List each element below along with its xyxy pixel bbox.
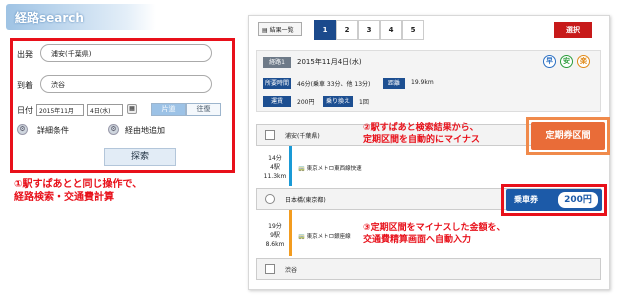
- cheap-badge: 安: [560, 55, 573, 68]
- roundtrip-toggle[interactable]: 往復: [186, 103, 221, 116]
- easy-badge: 楽: [577, 55, 590, 68]
- tab-5[interactable]: 5: [402, 20, 424, 40]
- station-checkbox[interactable]: [265, 130, 275, 140]
- tab-2[interactable]: 2: [336, 20, 358, 40]
- note-2-line2: 定期区間を自動的にマイナス: [363, 135, 480, 145]
- station-name: 日本橋(東京都): [285, 197, 326, 204]
- app-title: 経路search: [15, 11, 84, 25]
- list-icon: ▤: [262, 27, 270, 34]
- tab-1[interactable]: 1: [314, 20, 336, 40]
- note-1-line2: 経路検索・交通費計算: [14, 192, 114, 203]
- calendar-icon[interactable]: ▦: [127, 104, 137, 114]
- note-3: ③定期区間をマイナスした金額を、 交通費精算画面へ自動入力: [363, 222, 505, 246]
- train-icon: 🚃: [298, 166, 307, 172]
- fare-tag: 運賃: [263, 96, 291, 107]
- station-row-destination[interactable]: 渋谷: [256, 258, 601, 280]
- arrival-input[interactable]: 渋谷: [40, 75, 212, 93]
- transfer-tag: 乗り換え: [323, 96, 353, 107]
- station-checkbox[interactable]: [265, 264, 275, 274]
- segment-1-time: 14分: [268, 155, 282, 162]
- segment-2-stops: 9駅: [270, 232, 280, 239]
- oneway-toggle[interactable]: 片道: [151, 103, 186, 116]
- segment-2-line-name: 東京メトロ銀座線: [306, 234, 351, 240]
- note-1-line1: ①駅すぱあとと同じ操作で、: [14, 179, 143, 190]
- select-button[interactable]: 選択: [554, 22, 592, 38]
- tab-3[interactable]: 3: [358, 20, 380, 40]
- ticket-fare-amount: 200円: [558, 192, 598, 208]
- fare-value: 200円: [297, 99, 315, 106]
- segment-2-info: 19分 9駅 8.6km: [260, 222, 290, 249]
- fast-badge: 早: [543, 55, 556, 68]
- segment-1-distance: 11.3km: [263, 173, 287, 180]
- train-icon: 🚃: [298, 234, 307, 240]
- year-month-select[interactable]: 2015年11月: [36, 104, 84, 116]
- via-gear-icon[interactable]: ⚙: [108, 124, 119, 135]
- note-1: ①駅すぱあとと同じ操作で、 経路検索・交通費計算: [14, 178, 142, 204]
- route-tag: 経路1: [263, 57, 291, 68]
- station-radio[interactable]: [265, 194, 275, 204]
- time-tag: 所要時間: [263, 78, 291, 89]
- segment-1-line: 🚃 東京メトロ東西線快速: [298, 164, 362, 172]
- tab-4[interactable]: 4: [380, 20, 402, 40]
- time-value: 46分(乗車 33分、他 13分): [297, 81, 371, 88]
- app-header: 経路search: [6, 4, 156, 30]
- distance-tag: 距離: [383, 78, 405, 89]
- segment-1-info: 14分 4駅 11.3km: [260, 154, 290, 181]
- station-name: 渋谷: [285, 267, 298, 274]
- day-select[interactable]: 4日(水): [87, 104, 123, 116]
- departure-input[interactable]: 浦安(千葉県): [40, 44, 212, 62]
- departure-label: 出発: [17, 50, 33, 59]
- note-3-line2: 交通費精算画面へ自動入力: [363, 235, 472, 245]
- station-name: 浦安(千葉県): [285, 133, 320, 140]
- add-via-link[interactable]: 経由地追加: [125, 125, 165, 136]
- distance-value: 19.9km: [411, 79, 434, 86]
- note-3-line1: ③定期区間をマイナスした金額を、: [363, 223, 506, 233]
- commuter-pass-section-button[interactable]: 定期券区間: [531, 122, 605, 150]
- note-2: ②駅すぱあと検索結果から、 定期区間を自動的にマイナス: [363, 122, 480, 146]
- route-summary-card: 経路1 2015年11月4日(水) 早 安 楽 所要時間 46分(乗車 33分、…: [256, 50, 601, 112]
- results-list-button[interactable]: ▤ 結果一覧: [258, 22, 302, 36]
- note-2-line1: ②駅すぱあと検索結果から、: [363, 123, 479, 133]
- search-button[interactable]: 探索: [104, 148, 176, 166]
- detail-conditions-link[interactable]: 詳細条件: [37, 125, 69, 136]
- date-label: 日付: [17, 106, 33, 115]
- ticket-fare-label: 乗車券: [514, 195, 538, 204]
- segment-2-time: 19分: [268, 223, 282, 230]
- transfer-value: 1回: [359, 99, 369, 106]
- detail-gear-icon[interactable]: ⚙: [17, 124, 28, 135]
- segment-2-distance: 8.6km: [265, 241, 285, 248]
- segment-2-line: 🚃 東京メトロ銀座線: [298, 232, 351, 240]
- results-list-label: 結果一覧: [269, 27, 294, 34]
- route-date: 2015年11月4日(水): [297, 58, 362, 66]
- segment-1-stops: 4駅: [270, 164, 280, 171]
- segment-1-line-name: 東京メトロ東西線快速: [306, 166, 362, 172]
- arrival-label: 到着: [17, 81, 33, 90]
